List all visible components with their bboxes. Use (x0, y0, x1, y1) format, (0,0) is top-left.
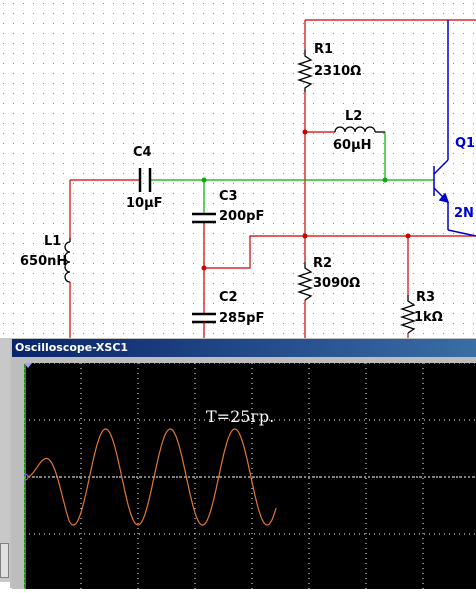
l1-value: 650nH (20, 254, 68, 269)
scope-display (21, 362, 476, 589)
oscilloscope-title: Oscilloscope-XSC1 (15, 341, 129, 354)
oscilloscope-screen[interactable]: T=25гр. (21, 362, 476, 593)
period-annotation: T=25гр. (206, 407, 275, 426)
oscilloscope-frame: T=25гр. (12, 357, 476, 589)
oscilloscope-titlebar[interactable]: Oscilloscope-XSC1 (12, 339, 476, 357)
r1-ref: R1 (314, 42, 334, 57)
r3-value: 1kΩ (414, 310, 443, 325)
r3-ref: R3 (416, 290, 436, 305)
c4-value: 10µF (126, 196, 163, 211)
r2-value: 3090Ω (313, 276, 361, 291)
c3-value: 200pF (219, 209, 265, 224)
c2-ref: C2 (219, 290, 238, 305)
q1-value: 2N (454, 206, 474, 221)
l1-ref: L1 (44, 234, 62, 249)
c2-value: 285pF (219, 311, 265, 326)
oscilloscope-window[interactable]: Oscilloscope-XSC1 T=25гр. (10, 338, 476, 589)
l2-ref: L2 (345, 109, 363, 124)
q1-ref: Q1 (455, 136, 476, 151)
left-panel-tab[interactable] (0, 543, 9, 578)
r2-ref: R2 (313, 256, 333, 271)
c3-ref: C3 (219, 189, 238, 204)
l2-value: 60µH (333, 138, 372, 153)
r1-value: 2310Ω (314, 64, 362, 79)
c4-ref: C4 (133, 145, 152, 160)
